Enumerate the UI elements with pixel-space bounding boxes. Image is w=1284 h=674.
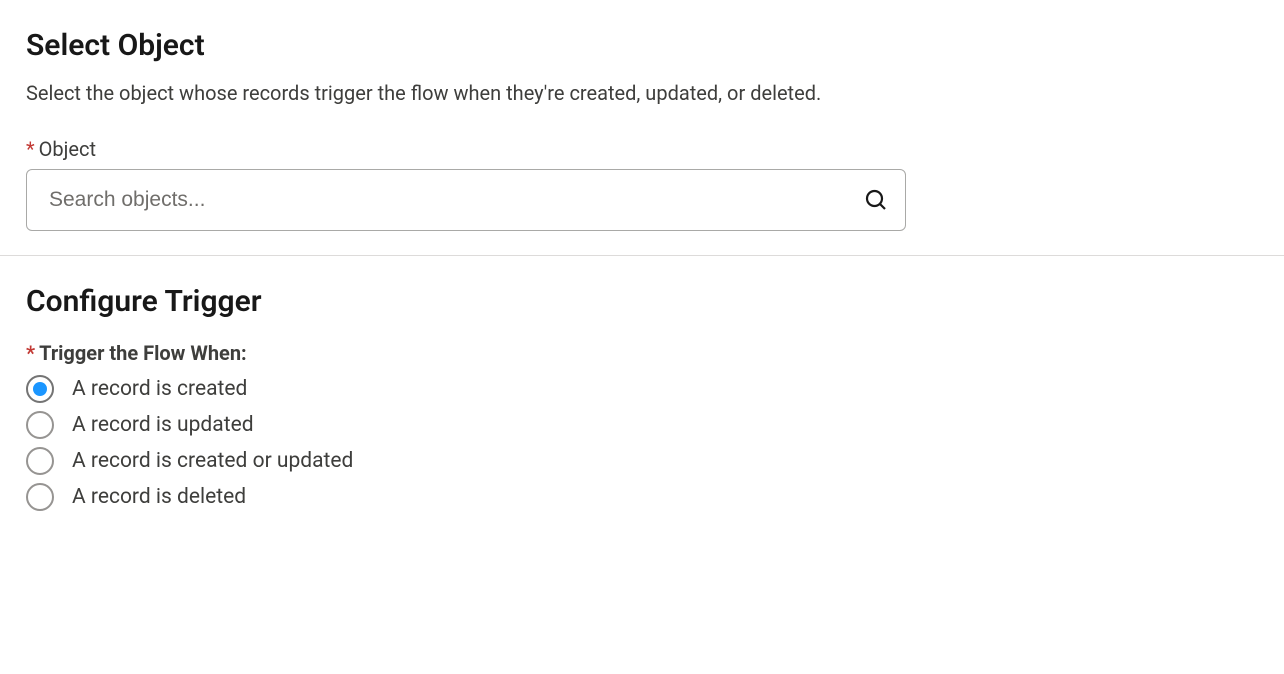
radio-dot-icon [33,382,47,396]
radio-option-created[interactable]: A record is created [26,375,1258,403]
required-indicator: * [26,137,35,161]
radio-circle-icon [26,447,54,475]
select-object-description: Select the object whose records trigger … [26,77,846,109]
required-indicator: * [26,341,35,365]
radio-label: A record is updated [72,413,254,437]
radio-label: A record is created or updated [72,449,353,473]
radio-label: A record is deleted [72,485,246,509]
object-label-text: Object [39,137,96,161]
object-field-label: *Object [26,137,1258,161]
radio-label: A record is created [72,377,247,401]
radio-option-created-or-updated[interactable]: A record is created or updated [26,447,1258,475]
radio-option-deleted[interactable]: A record is deleted [26,483,1258,511]
object-search-input[interactable] [26,169,906,231]
configure-trigger-title: Configure Trigger [26,284,1258,319]
select-object-title: Select Object [26,28,1258,63]
radio-circle-icon [26,483,54,511]
select-object-section: Select Object Select the object whose re… [0,0,1284,255]
radio-circle-icon [26,375,54,403]
trigger-when-label: *Trigger the Flow When: [26,341,1258,365]
configure-trigger-section: Configure Trigger *Trigger the Flow When… [0,256,1284,539]
object-search-wrap [26,169,906,231]
radio-circle-icon [26,411,54,439]
trigger-label-text: Trigger the Flow When: [39,341,247,365]
radio-option-updated[interactable]: A record is updated [26,411,1258,439]
trigger-radio-group: A record is created A record is updated … [26,375,1258,511]
